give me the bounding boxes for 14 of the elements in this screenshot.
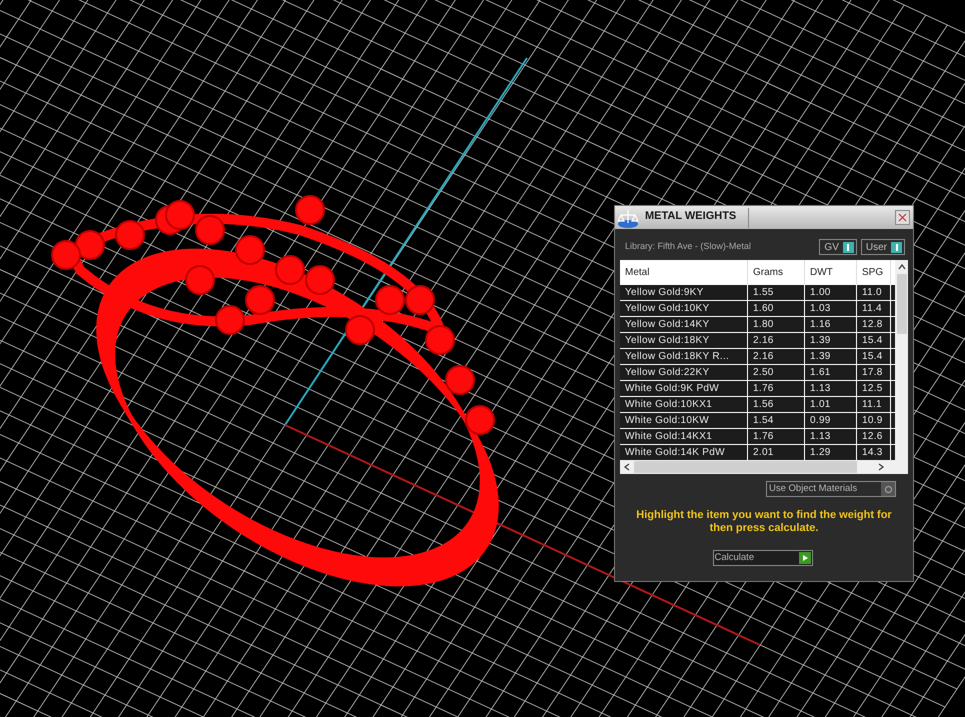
horizontal-scrollbar[interactable] (620, 460, 908, 474)
calculate-button[interactable]: Calculate (712, 550, 812, 566)
toggle-button[interactable]: GV (819, 239, 857, 255)
close-icon (898, 213, 907, 222)
library-label: Library: Fifth Ave - (Slow)-Metal (625, 240, 751, 254)
window-title: METAL WEIGHTS (645, 208, 736, 224)
scrollbar-thumb[interactable] (896, 274, 906, 334)
play-icon (798, 552, 810, 564)
use-object-materials-toggle[interactable]: Use Object Materials (766, 481, 896, 497)
close-button[interactable] (895, 210, 910, 225)
scrollbar-thumb[interactable] (634, 461, 857, 473)
vertical-scrollbar[interactable] (895, 260, 908, 460)
toggle-button[interactable]: User (860, 239, 905, 255)
instruction-text: Highlight the item you want to find the weight for then press calculate. (635, 509, 893, 535)
